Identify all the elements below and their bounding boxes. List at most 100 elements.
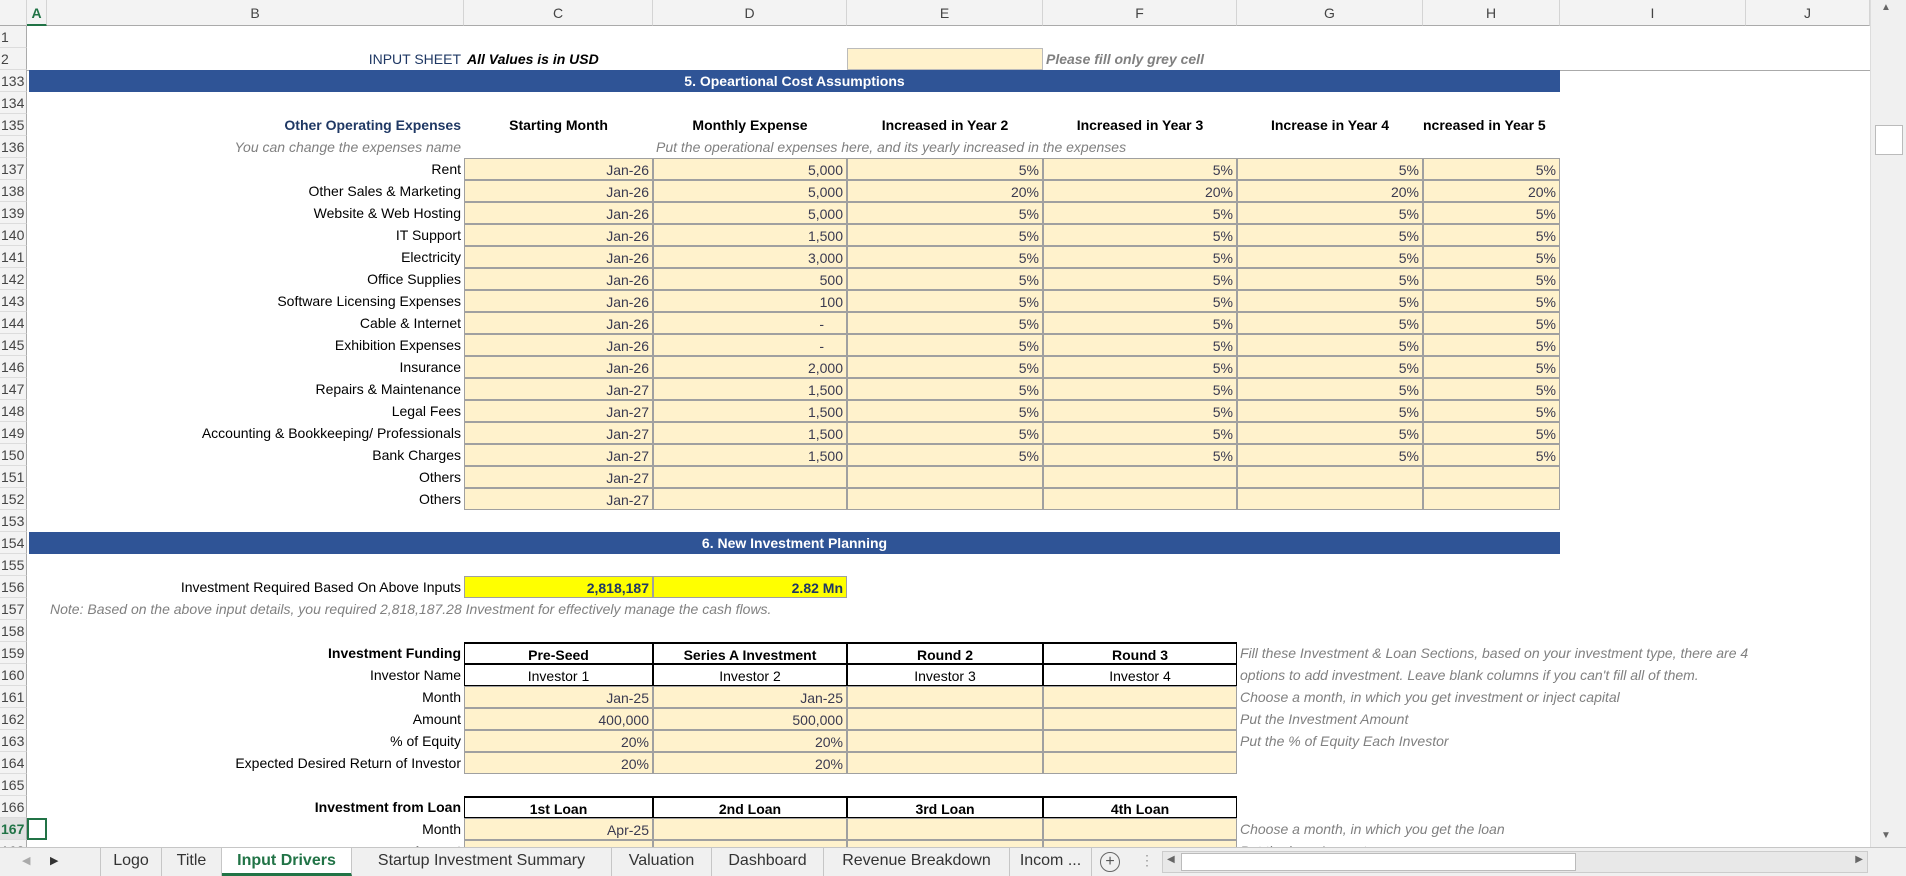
- row-header-168[interactable]: 168: [0, 840, 27, 847]
- row-header-149[interactable]: 149: [0, 422, 27, 444]
- expense-y3-cell[interactable]: [1043, 466, 1237, 488]
- expense-y4-cell[interactable]: 5%: [1237, 334, 1423, 356]
- row-header-134[interactable]: 134: [0, 92, 27, 114]
- funding-input-cell[interactable]: 20%: [653, 752, 847, 774]
- row-header-141[interactable]: 141: [0, 246, 27, 268]
- add-sheet-icon[interactable]: +: [1100, 852, 1120, 872]
- expense-monthly-cell[interactable]: 1,500: [653, 422, 847, 444]
- expense-y5-cell[interactable]: 5%: [1423, 246, 1560, 268]
- expense-start-cell[interactable]: Jan-26: [464, 158, 653, 180]
- expense-y3-cell[interactable]: 5%: [1043, 400, 1237, 422]
- row-header-137[interactable]: 137: [0, 158, 27, 180]
- row-header-167[interactable]: 167: [0, 818, 27, 840]
- expense-monthly-cell[interactable]: 1,500: [653, 444, 847, 466]
- expense-start-cell[interactable]: Jan-26: [464, 312, 653, 334]
- expense-y4-cell[interactable]: 5%: [1237, 356, 1423, 378]
- expense-y3-cell[interactable]: 5%: [1043, 202, 1237, 224]
- expense-y5-cell[interactable]: 5%: [1423, 312, 1560, 334]
- expense-monthly-cell[interactable]: 1,500: [653, 378, 847, 400]
- expense-y2-cell[interactable]: 5%: [847, 400, 1043, 422]
- sheet-tab-startup-investment-summary[interactable]: Startup Investment Summary: [352, 848, 612, 876]
- expense-start-cell[interactable]: Jan-26: [464, 224, 653, 246]
- expense-y4-cell[interactable]: 5%: [1237, 224, 1423, 246]
- row-header-136[interactable]: 136: [0, 136, 27, 158]
- expense-monthly-cell[interactable]: [653, 488, 847, 510]
- expense-y5-cell[interactable]: 5%: [1423, 224, 1560, 246]
- expense-y2-cell[interactable]: [847, 466, 1043, 488]
- row-header-151[interactable]: 151: [0, 466, 27, 488]
- expense-start-cell[interactable]: Jan-27: [464, 400, 653, 422]
- worksheet-grid[interactable]: A B C D E F G H I J 1 2 133 134 135 136 137 138 139 140 141 1…: [0, 0, 1870, 847]
- expense-y3-cell[interactable]: 5%: [1043, 290, 1237, 312]
- row-header-140[interactable]: 140: [0, 224, 27, 246]
- row-header-133[interactable]: 133: [0, 70, 27, 92]
- expense-y4-cell[interactable]: 5%: [1237, 378, 1423, 400]
- funding-input-cell[interactable]: [1043, 730, 1237, 752]
- row-header-160[interactable]: 160: [0, 664, 27, 686]
- row-header-148[interactable]: 148: [0, 400, 27, 422]
- row-header-1[interactable]: 1: [0, 26, 27, 48]
- tab-scroll-left-icon[interactable]: ◀: [22, 854, 30, 867]
- loan-input-cell[interactable]: [1043, 840, 1237, 847]
- expense-y3-cell[interactable]: 5%: [1043, 268, 1237, 290]
- row-header-158[interactable]: 158: [0, 620, 27, 642]
- expense-y5-cell[interactable]: 5%: [1423, 334, 1560, 356]
- column-header-D[interactable]: D: [653, 0, 847, 26]
- expense-y2-cell[interactable]: 5%: [847, 378, 1043, 400]
- column-header-J[interactable]: J: [1746, 0, 1870, 26]
- funding-input-cell[interactable]: 400,000: [464, 708, 653, 730]
- column-header-H[interactable]: H: [1423, 0, 1560, 26]
- sheet-tab-valuation[interactable]: Valuation: [612, 848, 712, 876]
- funding-input-cell[interactable]: 20%: [653, 730, 847, 752]
- row-header-138[interactable]: 138: [0, 180, 27, 202]
- funding-input-cell[interactable]: 20%: [464, 752, 653, 774]
- expense-y5-cell[interactable]: 5%: [1423, 290, 1560, 312]
- expense-y4-cell[interactable]: 5%: [1237, 246, 1423, 268]
- expense-start-cell[interactable]: Jan-27: [464, 444, 653, 466]
- expense-start-cell[interactable]: Jan-26: [464, 202, 653, 224]
- expense-y3-cell[interactable]: 5%: [1043, 224, 1237, 246]
- expense-monthly-cell[interactable]: 500: [653, 268, 847, 290]
- expense-y5-cell[interactable]: 5%: [1423, 378, 1560, 400]
- expense-y4-cell[interactable]: 5%: [1237, 400, 1423, 422]
- expense-start-cell[interactable]: Jan-26: [464, 334, 653, 356]
- expense-y4-cell[interactable]: 5%: [1237, 290, 1423, 312]
- sheet-tab-dashboard[interactable]: Dashboard: [712, 848, 824, 876]
- row-header-159[interactable]: 159: [0, 642, 27, 664]
- expense-monthly-cell[interactable]: -: [653, 334, 847, 356]
- funding-input-cell[interactable]: [847, 686, 1043, 708]
- expense-y2-cell[interactable]: [847, 488, 1043, 510]
- expense-y3-cell[interactable]: 5%: [1043, 378, 1237, 400]
- expense-y2-cell[interactable]: 20%: [847, 180, 1043, 202]
- column-header-I[interactable]: I: [1560, 0, 1746, 26]
- expense-y5-cell[interactable]: [1423, 488, 1560, 510]
- column-header-B[interactable]: B: [47, 0, 464, 26]
- expense-y5-cell[interactable]: 5%: [1423, 444, 1560, 466]
- row-header-154[interactable]: 154: [0, 532, 27, 554]
- row-header-162[interactable]: 162: [0, 708, 27, 730]
- expense-y4-cell[interactable]: 5%: [1237, 312, 1423, 334]
- scroll-up-arrow[interactable]: ▲: [1881, 2, 1891, 13]
- expense-y4-cell[interactable]: 5%: [1237, 422, 1423, 444]
- funding-input-cell[interactable]: Investor 4: [1043, 664, 1237, 686]
- row-header-156[interactable]: 156: [0, 576, 27, 598]
- row-header-163[interactable]: 163: [0, 730, 27, 752]
- expense-y4-cell[interactable]: 5%: [1237, 202, 1423, 224]
- expense-y4-cell[interactable]: 5%: [1237, 268, 1423, 290]
- row-header-153[interactable]: 153: [0, 510, 27, 532]
- select-all-corner[interactable]: [0, 0, 27, 26]
- loan-input-cell[interactable]: [847, 818, 1043, 840]
- expense-y3-cell[interactable]: 20%: [1043, 180, 1237, 202]
- row-header-161[interactable]: 161: [0, 686, 27, 708]
- expense-y5-cell[interactable]: [1423, 466, 1560, 488]
- selected-cell-A167[interactable]: [27, 818, 47, 840]
- expense-monthly-cell[interactable]: [653, 466, 847, 488]
- column-header-G[interactable]: G: [1237, 0, 1423, 26]
- expense-start-cell[interactable]: Jan-26: [464, 290, 653, 312]
- expense-y3-cell[interactable]: 5%: [1043, 444, 1237, 466]
- row-header-147[interactable]: 147: [0, 378, 27, 400]
- row-header-155[interactable]: 155: [0, 554, 27, 576]
- expense-monthly-cell[interactable]: 1,500: [653, 224, 847, 246]
- expense-monthly-cell[interactable]: 1,500: [653, 400, 847, 422]
- column-header-A[interactable]: A: [27, 0, 47, 26]
